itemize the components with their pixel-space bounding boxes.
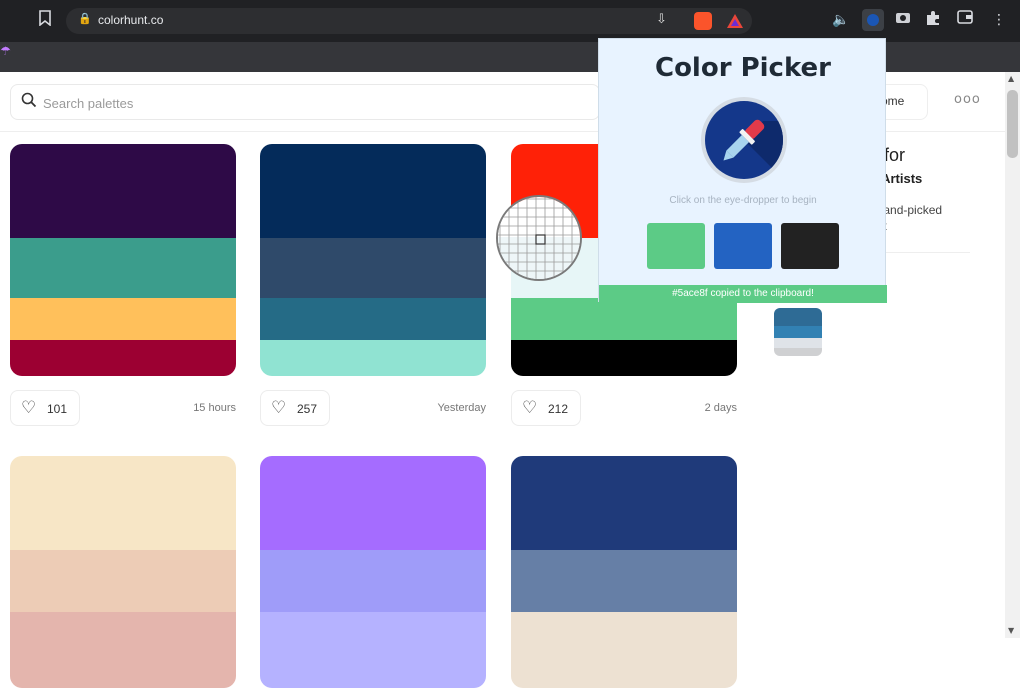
saved-color-swatch[interactable]: [781, 223, 839, 269]
palette-color-swatch[interactable]: [260, 340, 486, 376]
palette-color-swatch[interactable]: [511, 456, 737, 550]
mini-palette[interactable]: [774, 308, 822, 356]
scroll-down-arrow-icon[interactable]: ▼: [1008, 626, 1014, 635]
color-picker-extension-icon[interactable]: [862, 9, 884, 31]
like-count: 257: [297, 402, 318, 416]
umbrella-bookmark-icon[interactable]: ☂: [0, 44, 11, 58]
palette-color-swatch[interactable]: [10, 612, 236, 688]
palette-time: Yesterday: [437, 402, 486, 414]
heart-icon: ♡: [271, 398, 287, 418]
address-bar[interactable]: 🔒 colorhunt.co ⇩: [66, 8, 752, 34]
palette-color-swatch[interactable]: [260, 238, 486, 298]
search-input[interactable]: [43, 93, 583, 113]
scrollbar-thumb[interactable]: [1007, 90, 1018, 158]
saved-color-swatch[interactable]: [714, 223, 772, 269]
extensions-puzzle-icon[interactable]: [922, 10, 944, 32]
palette-card[interactable]: [10, 144, 236, 376]
mini-palette-swatch: [774, 338, 822, 348]
more-label: ooo: [954, 92, 981, 107]
more-options-button[interactable]: ooo: [944, 84, 988, 120]
color-picker-loupe: [496, 195, 582, 281]
palette-color-swatch[interactable]: [511, 612, 737, 688]
brave-rewards-icon[interactable]: [726, 12, 744, 30]
sidebar-desc-line2: ant: [870, 218, 980, 234]
palette-card[interactable]: [260, 456, 486, 688]
palette-color-swatch[interactable]: [10, 550, 236, 612]
mute-tab-icon[interactable]: 🔈: [830, 10, 852, 32]
palette-color-swatch[interactable]: [260, 612, 486, 688]
palette-card[interactable]: [10, 456, 236, 688]
mini-palette-swatch: [774, 348, 822, 356]
status-text: #5ace8f copied to the clipboard!: [672, 288, 814, 299]
palette-color-swatch[interactable]: [10, 144, 236, 238]
wallet-icon[interactable]: [954, 10, 976, 32]
like-count: 101: [47, 402, 68, 416]
palette-color-swatch[interactable]: [10, 340, 236, 376]
url-text: colorhunt.co: [98, 13, 164, 27]
like-button[interactable]: ♡ 101: [10, 390, 80, 426]
kebab-menu-icon[interactable]: ⋮: [988, 10, 1010, 32]
eyedropper-icon[interactable]: [705, 101, 783, 179]
palette-color-swatch[interactable]: [511, 550, 737, 612]
palette-time: 15 hours: [193, 402, 236, 414]
palette-color-swatch[interactable]: [260, 550, 486, 612]
palette-color-swatch[interactable]: [10, 298, 236, 340]
brave-shield-icon[interactable]: [694, 12, 712, 30]
status-bar: #5ace8f copied to the clipboard!: [599, 285, 887, 303]
palette-time: 2 days: [704, 402, 737, 414]
bookmark-icon[interactable]: [34, 10, 56, 32]
loupe-grid: [498, 197, 580, 279]
search-icon: [21, 92, 37, 112]
saved-color-swatch[interactable]: [647, 223, 705, 269]
heart-icon: ♡: [21, 398, 37, 418]
palette-color-swatch[interactable]: [260, 456, 486, 550]
palette-card[interactable]: [511, 456, 737, 688]
sidebar-description: t hand-picked ant: [870, 202, 980, 234]
like-button[interactable]: ♡ 212: [511, 390, 581, 426]
like-count: 212: [548, 402, 569, 416]
scroll-up-arrow-icon[interactable]: ▲: [1008, 74, 1014, 83]
palette-color-swatch[interactable]: [260, 144, 486, 238]
heart-icon: ♡: [522, 398, 538, 418]
palette-color-swatch[interactable]: [10, 456, 236, 550]
palette-card[interactable]: [260, 144, 486, 376]
picker-hint: Click on the eye-dropper to begin: [669, 195, 817, 206]
palette-color-swatch[interactable]: [511, 298, 737, 340]
mini-palette-swatch: [774, 308, 822, 326]
popup-title: Color Picker: [654, 53, 832, 83]
camera-extension-icon[interactable]: [892, 10, 914, 32]
palette-color-swatch[interactable]: [260, 298, 486, 340]
mini-palette-swatch: [774, 326, 822, 338]
lock-icon: 🔒: [78, 12, 92, 25]
palette-color-swatch[interactable]: [10, 238, 236, 298]
color-picker-popup: Color Picker Click on the eye-dropper to…: [598, 38, 887, 303]
palette-color-swatch[interactable]: [511, 340, 737, 376]
download-icon[interactable]: ⇩: [656, 12, 674, 30]
search-box[interactable]: [10, 84, 600, 120]
like-button[interactable]: ♡ 257: [260, 390, 330, 426]
